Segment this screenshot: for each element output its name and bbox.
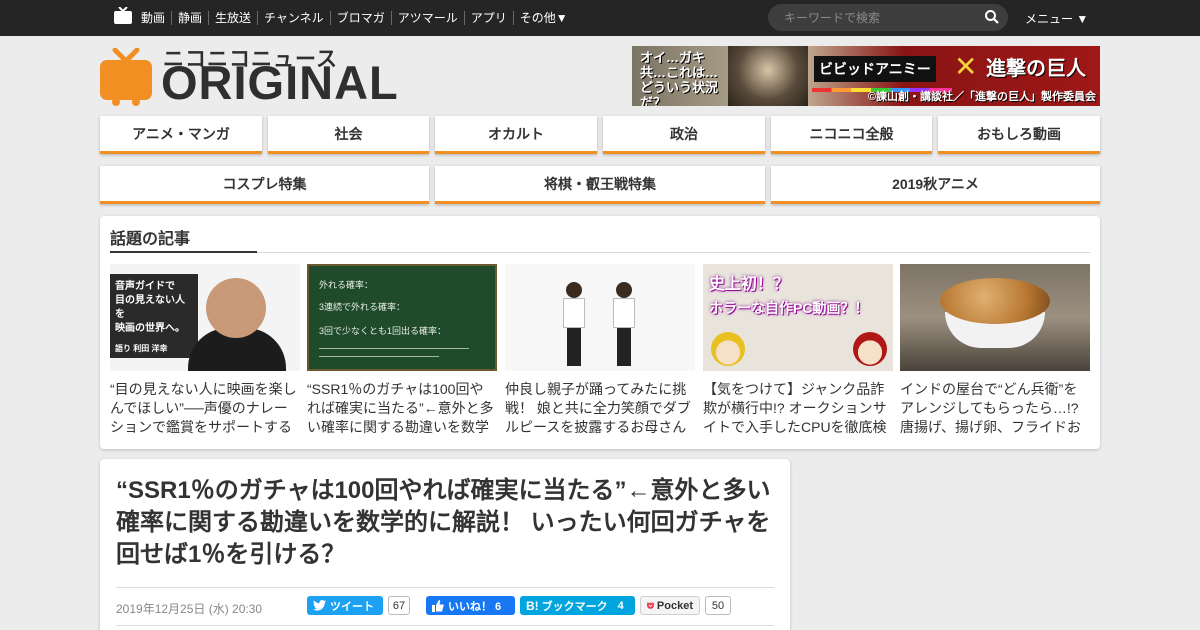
thumbs-up-icon: [432, 599, 444, 612]
thumbnail-chalk-line: [319, 348, 469, 349]
thumbnail-chalk-line: [319, 356, 439, 357]
nav-seiga[interactable]: 静画: [171, 11, 208, 25]
trending-card[interactable]: インドの屋台で“どん兵衛”をアレンジしてもらったら…!? 唐揚げ、揚げ卵、フライ…: [900, 264, 1090, 437]
trending-card-title[interactable]: “SSR1％のガチャは100回やれば確実に当たる”←意外と多い確率に関する勘違い…: [307, 380, 497, 437]
nav-atsumaru[interactable]: アツマール: [390, 11, 464, 25]
article-date: 2019年12月25日 (水) 20:30: [116, 602, 263, 616]
trending-card[interactable]: 音声ガイドで 目の見えない人を 映画の世界へ。 語り 利田 洋幸 “目の見えない…: [110, 264, 300, 437]
pocket-label: Pocket: [656, 599, 693, 612]
category-society[interactable]: 社会: [268, 116, 429, 154]
trending-panel: 話題の記事 音声ガイドで 目の見えない人を 映画の世界へ。 語り 利田 洋幸 “…: [100, 216, 1100, 449]
thumbnail-caption: 史上初！？: [709, 276, 790, 293]
thumbnail-text: 映画の世界へ。: [115, 323, 185, 334]
facebook-like-button[interactable]: いいね！ 6: [426, 596, 515, 615]
thumbnail-dancer: [613, 282, 635, 368]
trending-thumbnail[interactable]: 史上初！？ ホラーな自作PC動画？！: [703, 264, 893, 371]
niconico-logo-icon[interactable]: [114, 7, 132, 24]
article-card: “SSR1％のガチャは100回やれば確実に当たる”←意外と多い確率に関する勘違い…: [100, 459, 790, 630]
facebook-like-label: いいね！ 6: [448, 600, 502, 613]
trending-card[interactable]: 外れる確率： 3連続で外れる確率： 3回で少なくとも1回出る確率： “SSR1％…: [307, 264, 497, 437]
hatena-bookmark-label: ブックマーク: [541, 600, 608, 613]
thumbnail-text: 語り 利田 洋幸: [115, 344, 168, 353]
thumbnail-text: 3回で少なくとも1回出る確率：: [319, 326, 447, 336]
trending-card[interactable]: 仲良し親子が踊ってみたに挑戦！ 娘と共に全力笑顔でダブルピースを披露するお母さん: [505, 264, 695, 437]
search-box: [768, 4, 1008, 31]
global-nav: 動画 静画 生放送 チャンネル ブロマガ アツマール アプリ その他▼: [135, 0, 574, 36]
nav-douga[interactable]: 動画: [135, 11, 171, 25]
pocket-button[interactable]: Pocket: [640, 596, 700, 615]
trending-card[interactable]: 史上初！？ ホラーな自作PC動画？！ 【気をつけて】ジャンク品詐欺が横行中!? …: [703, 264, 893, 437]
thumbnail-yukkuri-marisa: [711, 332, 745, 366]
tweet-count: 67: [388, 596, 410, 615]
thumbnail-text: 3連続で外れる確率：: [319, 302, 406, 312]
thumbnail-yukkuri-reimu: [853, 332, 887, 366]
category-niconico-general[interactable]: ニコニコ全般: [771, 116, 932, 154]
banner-character-image: [728, 46, 808, 106]
trending-card-title[interactable]: “目の見えない人に映画を楽しんでほしい”──声優のナレーションで鑑賞をサポートす…: [110, 380, 300, 437]
menu-button[interactable]: メニュー ▼: [1025, 10, 1088, 27]
pocket-icon: [647, 602, 654, 609]
banner-tagline: オイ…ガキ共…これは…どういう状況だ？: [640, 50, 719, 106]
brand-original-logo[interactable]: ORIGINAL: [161, 59, 399, 106]
category-autumn-anime[interactable]: 2019秋アニメ: [771, 166, 1100, 204]
trending-thumbnail[interactable]: [900, 264, 1090, 371]
banner-anime-label: ビビッドアニミー: [814, 56, 936, 82]
thumbnail-food: [940, 278, 1050, 324]
thumbnail-text: 外れる確率：: [319, 280, 374, 290]
pocket-count: 50: [705, 596, 731, 615]
banner-title: 進撃の巨人: [986, 58, 1086, 80]
global-header: 動画 静画 生放送 チャンネル ブロマガ アツマール アプリ その他▼ メニュー…: [0, 0, 1200, 36]
nav-blomaga[interactable]: ブロマガ: [329, 11, 391, 25]
trending-thumbnail[interactable]: 音声ガイドで 目の見えない人を 映画の世界へ。 語り 利田 洋幸: [110, 264, 300, 371]
thumbnail-text-panel: 音声ガイドで 目の見えない人を 映画の世界へ。 語り 利田 洋幸: [110, 274, 198, 358]
thumbnail-text: 音声ガイドで: [115, 281, 175, 292]
nav-live[interactable]: 生放送: [208, 11, 257, 25]
hatena-b-icon: B!: [526, 598, 539, 613]
search-icon[interactable]: [984, 9, 1000, 25]
category-shogi[interactable]: 将棋・叡王戦特集: [435, 166, 765, 204]
category-cosplay[interactable]: コスプレ特集: [100, 166, 429, 204]
thumbnail-person-face: [206, 278, 266, 338]
nav-more[interactable]: その他▼: [512, 11, 574, 25]
hatena-bookmark-count: 4: [617, 599, 624, 612]
category-occult[interactable]: オカルト: [435, 116, 597, 154]
niconico-tv-logo-icon[interactable]: [100, 48, 152, 106]
category-anime-manga[interactable]: アニメ・マンガ: [100, 116, 262, 154]
banner-cross: ✕: [954, 51, 978, 82]
trending-card-title[interactable]: 仲良し親子が踊ってみたに挑戦！ 娘と共に全力笑顔でダブルピースを披露するお母さん: [505, 380, 695, 437]
thumbnail-dancer: [563, 282, 585, 368]
tweet-label: ツイート: [330, 600, 374, 613]
search-input[interactable]: [784, 9, 974, 26]
ad-banner[interactable]: オイ…ガキ共…これは…どういう状況だ？ ビビッドアニミー ✕ 進撃の巨人 ©諫山…: [632, 46, 1100, 106]
category-funny-videos[interactable]: おもしろ動画: [938, 116, 1100, 154]
nav-channel[interactable]: チャンネル: [257, 11, 330, 25]
twitter-bird-icon: [313, 600, 326, 611]
article-title: “SSR1％のガチャは100回やれば確実に当たる”←意外と多い確率に関する勘違い…: [116, 477, 771, 568]
trending-title-underline: [110, 251, 257, 253]
trending-card-title[interactable]: 【気をつけて】ジャンク品詐欺が横行中!? オークションサイトで入手したCPUを徹…: [703, 380, 893, 437]
thumbnail-text: 目の見えない人を: [115, 295, 185, 320]
trending-divider: [110, 252, 1090, 253]
trending-title: 話題の記事: [110, 231, 191, 248]
banner-copyright: ©諫山創・講談社／「進撃の巨人」製作委員会: [867, 91, 1096, 103]
trending-thumbnail[interactable]: [505, 264, 695, 371]
tweet-button[interactable]: ツイート: [307, 596, 383, 615]
category-politics[interactable]: 政治: [603, 116, 765, 154]
thumbnail-caption: ホラーな自作PC動画？！: [709, 300, 869, 316]
article-divider: [116, 587, 774, 588]
hatena-bookmark-button[interactable]: B! ブックマーク 4: [520, 596, 635, 615]
nav-app[interactable]: アプリ: [463, 11, 513, 25]
trending-thumbnail[interactable]: 外れる確率： 3連続で外れる確率： 3回で少なくとも1回出る確率：: [307, 264, 497, 371]
trending-card-title[interactable]: インドの屋台で“どん兵衛”をアレンジしてもらったら…!? 唐揚げ、揚げ卵、フライ…: [900, 380, 1090, 437]
article-divider: [116, 625, 774, 626]
